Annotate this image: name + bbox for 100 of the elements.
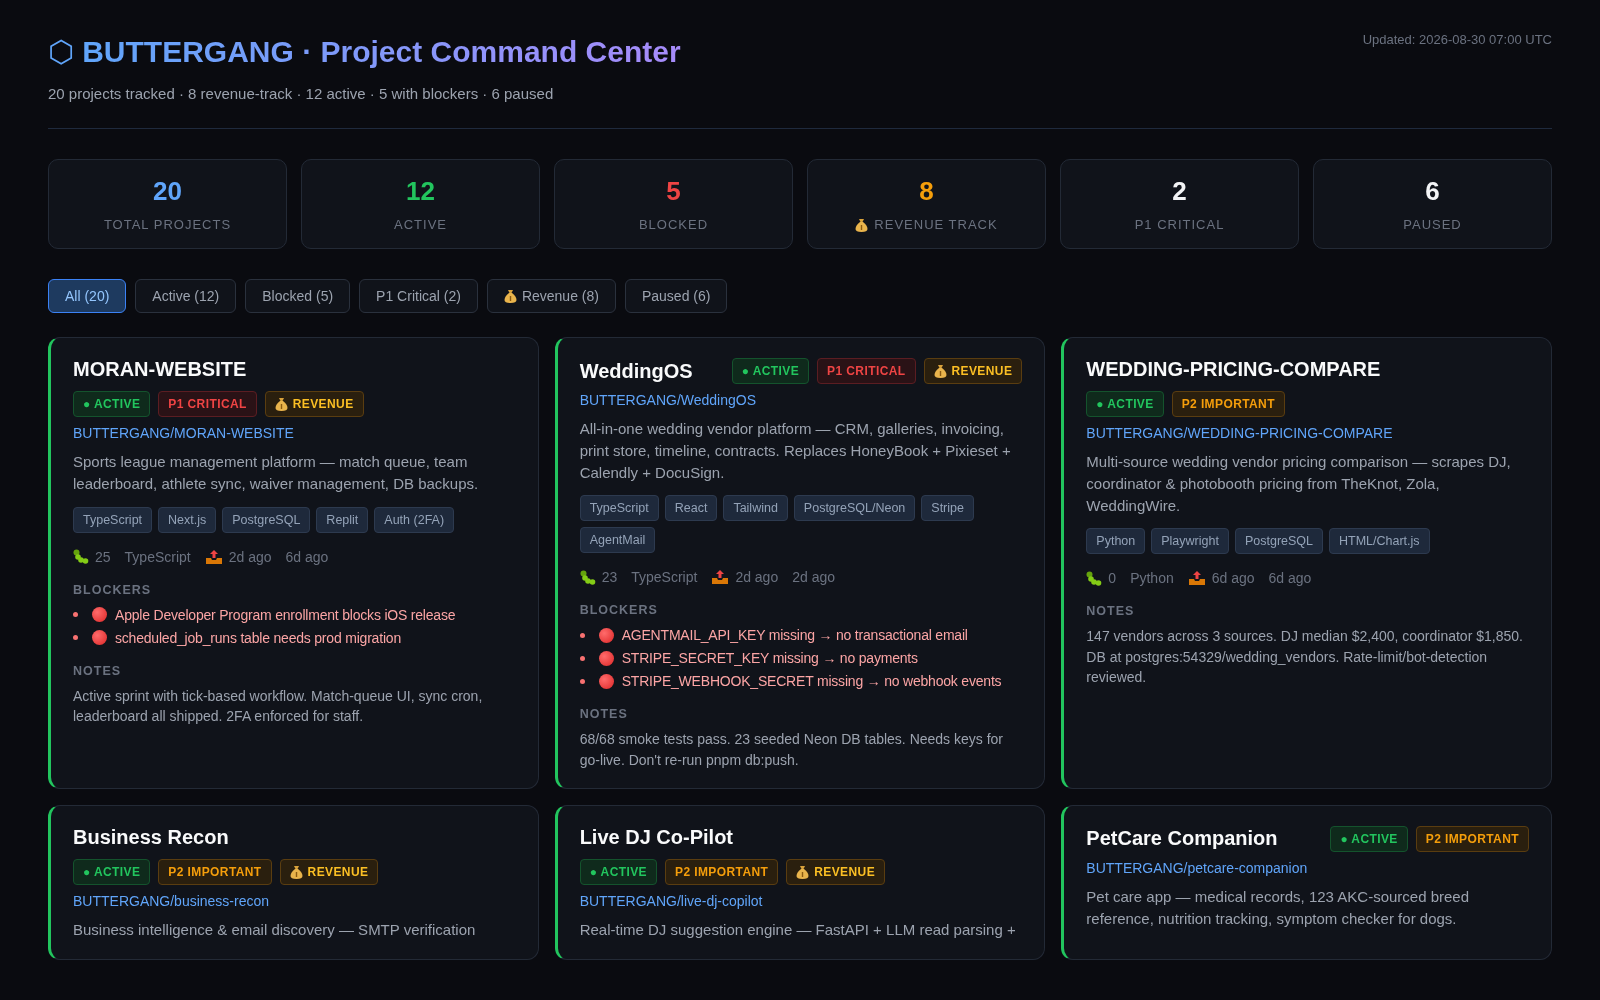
updated-time: 2d ago	[792, 569, 836, 586]
stat-value: 8	[919, 176, 934, 207]
blocker-dot-icon	[598, 673, 614, 689]
project-title: WeddingOS	[579, 359, 693, 383]
priority-badge: P2 IMPORTANT	[158, 858, 272, 885]
status-badge: ● ACTIVE	[1086, 391, 1164, 417]
filter-tab[interactable]: Paused (6)	[624, 279, 728, 313]
priority-badge: P2 IMPORTANT	[665, 858, 779, 885]
blocker-text: STRIPE_SECRET_KEY missing → no payments	[621, 650, 918, 667]
revenue-badge: REVENUE	[786, 858, 886, 885]
blocker-text: STRIPE_WEBHOOK_SECRET missing → no webhook events	[621, 673, 1002, 690]
pushed-time: 2d ago	[735, 569, 779, 586]
repo-link[interactable]: BUTTERGANG/business-recon	[73, 892, 516, 909]
notes-text: Active sprint with tick-based workflow. Match-queue UI, sync cron, leaderboard all shipped. 2FA enforced for staff.	[73, 686, 484, 726]
pushed-time: 6d ago	[1211, 570, 1255, 587]
filter-tab[interactable]: Active (12)	[135, 279, 237, 313]
revenue-badge: REVENUE	[279, 858, 379, 885]
updated-time: 6d ago	[1268, 570, 1312, 587]
status-badge: ● ACTIVE	[579, 858, 657, 885]
status-badge: ● ACTIVE	[1330, 825, 1408, 852]
money-bag-icon	[796, 864, 810, 879]
bullet-icon	[579, 655, 585, 661]
issue-count: 0	[1108, 570, 1117, 587]
stat-label-text: PAUSED	[1403, 217, 1462, 232]
revenue-badge: REVENUE	[923, 358, 1023, 384]
stat-label-text: TOTAL PROJECTS	[103, 217, 232, 232]
blocker-text: Apple Developer Program enrollment blocks iOS release	[115, 606, 456, 623]
stat-value: 5	[666, 176, 681, 207]
tech-tag: AgentMail	[579, 527, 656, 554]
repo-link[interactable]: BUTTERGANG/petcare-companion	[1086, 859, 1529, 876]
tech-tag: Tailwind	[723, 495, 788, 522]
stat-value: 6	[1425, 176, 1440, 207]
bullet-icon	[73, 612, 78, 617]
bullet-icon	[579, 632, 585, 638]
priority-badge: P2 IMPORTANT	[1415, 825, 1529, 852]
bullet-icon	[73, 635, 78, 640]
updated-time: 6d ago	[285, 548, 329, 565]
project-description: Real-time DJ suggestion engine — FastAPI + LLM read parsing +	[579, 919, 1017, 940]
hexagon-logo: ⬡	[48, 34, 75, 69]
tech-tag: PostgreSQL	[1234, 528, 1323, 555]
outbox-tray-icon	[204, 548, 223, 565]
blocker-dot-icon	[92, 630, 107, 645]
revenue-badge: REVENUE	[264, 391, 364, 417]
caterpillar-icon	[73, 549, 89, 564]
filter-tab[interactable]: P1 Critical (2)	[359, 279, 478, 313]
pushed-time: 2d ago	[228, 548, 272, 565]
repo-link[interactable]: BUTTERGANG/MORAN-WEBSITE	[73, 425, 516, 441]
tech-tag: Replit	[316, 506, 369, 533]
outbox-tray-icon	[711, 569, 730, 586]
stat-label-text: ACTIVE	[394, 217, 447, 232]
project-title: PetCare Companion	[1086, 827, 1278, 851]
priority-badge: P1 CRITICAL	[158, 391, 257, 417]
section-heading: NOTES	[1086, 604, 1136, 619]
stat-value: 2	[1172, 176, 1187, 207]
blocker-dot-icon	[92, 607, 107, 622]
money-bag-icon	[933, 364, 947, 378]
tech-tag: TypeScript	[579, 495, 659, 522]
filter-tab[interactable]: Revenue (8)	[486, 279, 616, 313]
tech-tag: Stripe	[921, 495, 974, 522]
blocker-dot-icon	[598, 650, 614, 666]
stat-label-text: BLOCKED	[638, 217, 709, 232]
language-text: Python	[1130, 570, 1174, 587]
section-heading: NOTES	[579, 707, 629, 722]
issue-count: 25	[95, 548, 111, 565]
status-badge: ● ACTIVE	[73, 391, 151, 417]
stat-value: 20	[153, 176, 182, 207]
repo-link[interactable]: BUTTERGANG/WeddingOS	[579, 392, 1023, 408]
tech-tag: PostgreSQL	[222, 506, 311, 533]
stat-label-text: P1 CRITICAL	[1134, 217, 1225, 232]
blocker-text: scheduled_job_runs table needs prod migration	[115, 629, 401, 646]
updated-time: Updated: 2026-08-30 07:00 UTC	[1362, 32, 1552, 47]
filter-tab[interactable]: All (20)	[48, 279, 127, 313]
money-bag-icon	[289, 864, 303, 879]
language-text: TypeScript	[631, 569, 698, 586]
notes-text: 147 vendors across 3 sources. DJ median $2,400, coordinator $1,850. DB at postgres:54329/wedding_vendors. Rate-limit/bot-detection reviewed.	[1086, 627, 1524, 687]
project-description: Sports league management platform — match queue, team leaderboard, athlete sync, waiver management, DB backups.	[73, 452, 480, 494]
project-description: Pet care app — medical records, 123 AKC-sourced breed reference, nutrition tracking, symptom checker for dogs.	[1086, 886, 1471, 929]
repo-link[interactable]: BUTTERGANG/live-dj-copilot	[579, 892, 1023, 909]
section-heading: BLOCKERS	[73, 582, 153, 597]
tech-tag: Auth (2FA)	[374, 506, 455, 533]
priority-badge: P2 IMPORTANT	[1171, 391, 1285, 417]
priority-badge: P1 CRITICAL	[817, 358, 916, 384]
tech-tag: TypeScript	[73, 506, 153, 533]
section-heading: BLOCKERS	[579, 603, 659, 618]
project-description: All-in-one wedding vendor platform — CRM, galleries, invoicing, print store, timeline, contracts. Replaces HoneyBook + Pixieset + Calendly + DocuSign.	[579, 419, 1012, 483]
project-title: Business Recon	[73, 825, 229, 849]
issue-count: 23	[601, 569, 618, 586]
caterpillar-icon	[1086, 570, 1103, 586]
stat-value: 12	[406, 176, 435, 207]
status-badge: ● ACTIVE	[731, 358, 810, 384]
outbox-tray-icon	[1187, 570, 1206, 587]
repo-link[interactable]: BUTTERGANG/WEDDING-PRICING-COMPARE	[1086, 425, 1529, 441]
caterpillar-icon	[579, 569, 596, 585]
project-description: Multi-source wedding vendor pricing comparison — scrapes DJ, coordinator & photobooth pricing from TheKnot, Zola, WeddingWire.	[1086, 452, 1512, 516]
filter-tab[interactable]: Blocked (5)	[245, 279, 351, 313]
project-title: MORAN-WEBSITE	[73, 358, 247, 381]
tech-tag: HTML/Chart.js	[1329, 528, 1430, 555]
tech-tag: Python	[1086, 528, 1146, 555]
tech-tag: Playwright	[1151, 528, 1229, 555]
notes-text: 68/68 smoke tests pass. 23 seeded Neon DB tables. Needs keys for go-live. Don't re-run pnpm db:push.	[579, 730, 1004, 770]
